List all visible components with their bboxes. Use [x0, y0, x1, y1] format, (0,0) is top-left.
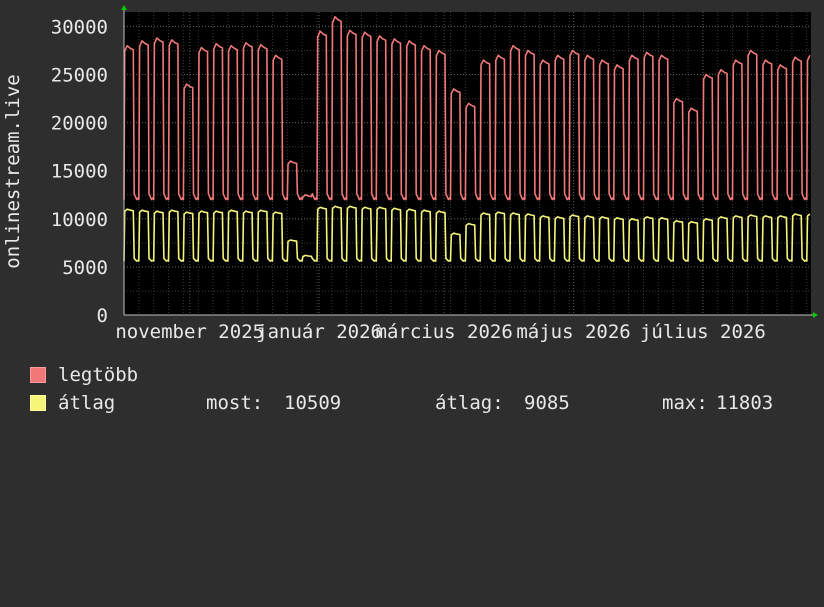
x-tick-label: január 2026: [256, 321, 382, 343]
now-stat-value: 10509: [284, 392, 342, 414]
x-tick-label: november 2025: [115, 321, 264, 343]
y-tick-label: 5000: [62, 257, 108, 279]
plot-area: [124, 12, 811, 315]
y-axis-arrow: [121, 5, 127, 10]
y-tick-label: 10000: [51, 209, 108, 231]
max-stat-value: 11803: [716, 392, 774, 414]
avg-stat-value: 9085: [524, 392, 570, 414]
x-tick-label: május 2026: [516, 321, 630, 343]
max-swatch: [30, 367, 46, 383]
y-tick-label: 15000: [51, 161, 108, 183]
avg-stat-label: átlag:: [435, 392, 504, 414]
x-axis-arrow: [813, 312, 818, 318]
y-tick-label: 25000: [51, 65, 108, 87]
x-tick-label: március 2026: [376, 321, 513, 343]
legend-avg-label: átlag: [58, 392, 116, 414]
legend-row-max: legtöbb: [30, 363, 330, 387]
max-stat-label: max:: [662, 392, 708, 414]
legend-max-label: legtöbb: [58, 364, 139, 386]
y-tick-label: 20000: [51, 113, 108, 135]
now-stat-label: most:: [206, 392, 264, 414]
legend-row-avg: átlag most: 10509 átlag: 9085 max: 11803: [30, 391, 820, 415]
y-tick-label: 30000: [51, 16, 108, 38]
y-tick-label: 0: [97, 305, 108, 327]
avg-swatch: [30, 395, 46, 411]
y-axis-label: onlinestream.live: [2, 74, 24, 268]
x-tick-label: július 2026: [640, 321, 766, 343]
